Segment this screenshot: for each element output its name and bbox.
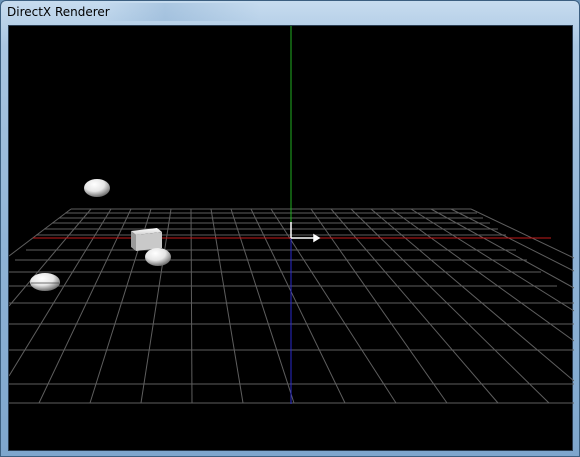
- renderer-window: DirectX Renderer: [0, 0, 580, 457]
- grid-line: [9, 208, 72, 257]
- window-title: DirectX Renderer: [7, 5, 110, 19]
- scene-canvas: [9, 26, 574, 404]
- sphere-object[interactable]: [30, 273, 60, 291]
- grid-line: [430, 208, 574, 289]
- grid-line: [9, 208, 112, 377]
- render-viewport[interactable]: [8, 25, 574, 451]
- grid-line: [450, 208, 574, 272]
- grid-line: [9, 208, 92, 307]
- sphere-object[interactable]: [145, 248, 171, 266]
- title-bar-glow: [101, 3, 261, 21]
- cube-object[interactable]: [131, 228, 162, 251]
- grid-line: [470, 208, 574, 259]
- origin-gizmo: [290, 222, 321, 243]
- sphere-object[interactable]: [84, 179, 110, 197]
- title-bar[interactable]: DirectX Renderer: [1, 1, 579, 25]
